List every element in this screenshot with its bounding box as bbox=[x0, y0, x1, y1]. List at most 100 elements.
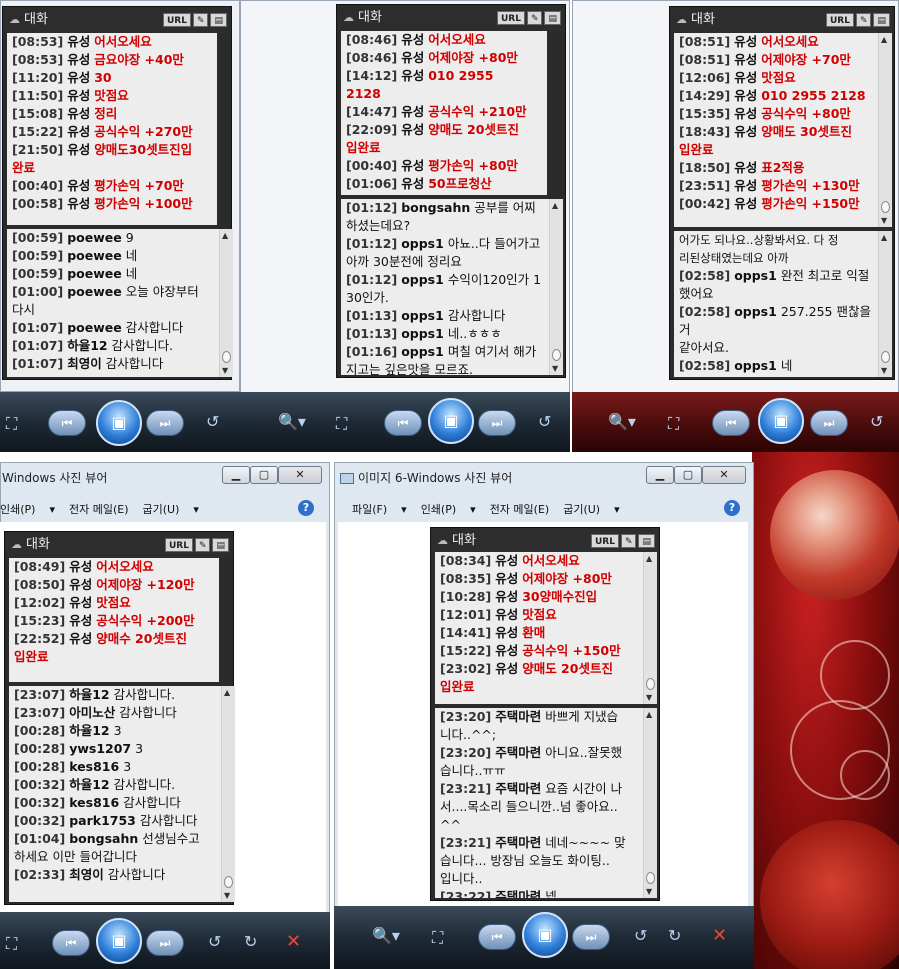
scroll-down-arrow[interactable]: ▼ bbox=[881, 216, 887, 225]
scroll-up-arrow[interactable]: ▲ bbox=[881, 233, 887, 242]
message-time: [22:52] bbox=[14, 631, 66, 646]
chat-message: [23:07] 아미노산 감사합니다 bbox=[9, 704, 235, 722]
rotate-right-icon[interactable]: ↻ bbox=[244, 932, 257, 951]
scroll-thumb[interactable] bbox=[222, 351, 231, 363]
actual-size-icon[interactable]: ⛶ bbox=[432, 928, 443, 948]
zoom-icon[interactable]: 🔍▾ bbox=[372, 926, 400, 945]
menu-print[interactable]: 인쇄(P) bbox=[421, 501, 456, 517]
message-user: opps1 bbox=[401, 236, 444, 251]
message-text: 공식수익 +150만 bbox=[522, 643, 621, 658]
next-button[interactable]: ⏭ bbox=[146, 410, 184, 436]
scroll-up-arrow[interactable]: ▲ bbox=[222, 231, 228, 240]
scrollbar[interactable]: ▲ ▼ bbox=[878, 231, 892, 377]
scrollbar[interactable]: ▲ ▼ bbox=[221, 686, 235, 902]
edit-icon[interactable]: ✎ bbox=[526, 11, 543, 25]
slideshow-button[interactable]: ▣ bbox=[522, 912, 568, 958]
scroll-up-arrow[interactable]: ▲ bbox=[646, 710, 652, 719]
actual-size-icon[interactable]: ⛶ bbox=[6, 414, 17, 434]
previous-button[interactable]: ⏮ bbox=[712, 410, 750, 436]
message-time: [08:46] bbox=[346, 50, 398, 65]
save-icon[interactable]: ▤ bbox=[544, 11, 561, 25]
previous-button[interactable]: ⏮ bbox=[48, 410, 86, 436]
maximize-button[interactable]: ▢ bbox=[250, 466, 278, 484]
menu-file[interactable]: 파일(F) bbox=[352, 501, 387, 517]
next-button[interactable]: ⏭ bbox=[146, 930, 184, 956]
url-button[interactable]: URL bbox=[162, 13, 191, 27]
scroll-up-arrow[interactable]: ▲ bbox=[552, 201, 558, 210]
edit-icon[interactable]: ✎ bbox=[194, 538, 211, 552]
message-time: [23:22] bbox=[440, 889, 492, 898]
menu-email[interactable]: 전자 메일(E) bbox=[490, 501, 550, 517]
previous-button[interactable]: ⏮ bbox=[52, 930, 90, 956]
slideshow-button[interactable]: ▣ bbox=[96, 400, 142, 446]
scroll-down-arrow[interactable]: ▼ bbox=[646, 887, 652, 896]
save-icon[interactable]: ▤ bbox=[212, 538, 229, 552]
scroll-thumb[interactable] bbox=[224, 876, 233, 888]
url-button[interactable]: URL bbox=[825, 13, 854, 27]
scroll-thumb[interactable] bbox=[646, 678, 655, 690]
chat-message: [01:00] poewee 오늘 야장부터 다시 bbox=[7, 283, 233, 319]
rotate-left-icon[interactable]: ↺ bbox=[538, 412, 551, 431]
scroll-thumb[interactable] bbox=[646, 872, 655, 884]
next-button[interactable]: ⏭ bbox=[572, 924, 610, 950]
minimize-button[interactable]: ▁ bbox=[646, 466, 674, 484]
save-icon[interactable]: ▤ bbox=[873, 13, 890, 27]
actual-size-icon[interactable]: ⛶ bbox=[336, 414, 347, 434]
url-button[interactable]: URL bbox=[164, 538, 193, 552]
scroll-down-arrow[interactable]: ▼ bbox=[224, 891, 230, 900]
next-button[interactable]: ⏭ bbox=[478, 410, 516, 436]
scroll-down-arrow[interactable]: ▼ bbox=[881, 366, 887, 375]
scroll-up-arrow[interactable]: ▲ bbox=[224, 688, 230, 697]
scroll-down-arrow[interactable]: ▼ bbox=[222, 366, 228, 375]
minimize-button[interactable]: ▁ bbox=[222, 466, 250, 484]
scroll-thumb[interactable] bbox=[881, 351, 890, 363]
scroll-down-arrow[interactable]: ▼ bbox=[552, 364, 558, 373]
rotate-left-icon[interactable]: ↺ bbox=[208, 932, 221, 951]
edit-icon[interactable]: ✎ bbox=[855, 13, 872, 27]
rotate-right-icon[interactable]: ↻ bbox=[668, 926, 681, 945]
edit-icon[interactable]: ✎ bbox=[192, 13, 209, 27]
scroll-thumb[interactable] bbox=[881, 201, 890, 213]
scrollbar[interactable]: ▲ ▼ bbox=[878, 33, 892, 227]
delete-icon[interactable]: ✕ bbox=[286, 931, 301, 952]
url-button[interactable]: URL bbox=[496, 11, 525, 25]
slideshow-button[interactable]: ▣ bbox=[758, 398, 804, 444]
next-button[interactable]: ⏭ bbox=[810, 410, 848, 436]
scroll-up-arrow[interactable]: ▲ bbox=[646, 554, 652, 563]
scrollbar[interactable]: ▲ ▼ bbox=[549, 199, 563, 375]
delete-icon[interactable]: ✕ bbox=[712, 925, 727, 946]
save-icon[interactable]: ▤ bbox=[638, 534, 655, 548]
rotate-left-icon[interactable]: ↺ bbox=[206, 412, 219, 431]
close-button[interactable]: ✕ bbox=[278, 466, 322, 484]
rotate-left-icon[interactable]: ↺ bbox=[634, 926, 647, 945]
menu-print[interactable]: 인쇄(P) bbox=[0, 501, 35, 517]
menu-burn[interactable]: 굽기(U) bbox=[143, 501, 180, 517]
zoom-icon[interactable]: 🔍▾ bbox=[608, 412, 636, 431]
url-button[interactable]: URL bbox=[590, 534, 619, 548]
scroll-down-arrow[interactable]: ▼ bbox=[646, 693, 652, 702]
previous-button[interactable]: ⏮ bbox=[478, 924, 516, 950]
slideshow-button[interactable]: ▣ bbox=[428, 398, 474, 444]
help-icon[interactable]: ? bbox=[724, 500, 740, 516]
actual-size-icon[interactable]: ⛶ bbox=[6, 934, 17, 954]
scroll-thumb[interactable] bbox=[552, 349, 561, 361]
menu-burn[interactable]: 굽기(U) bbox=[563, 501, 600, 517]
edit-icon[interactable]: ✎ bbox=[620, 534, 637, 548]
menu-email[interactable]: 전자 메일(E) bbox=[69, 501, 129, 517]
help-icon[interactable]: ? bbox=[298, 500, 314, 516]
scroll-up-arrow[interactable]: ▲ bbox=[881, 35, 887, 44]
scrollbar[interactable]: ▲ ▼ bbox=[219, 229, 233, 377]
slideshow-button[interactable]: ▣ bbox=[96, 918, 142, 964]
actual-size-icon[interactable]: ⛶ bbox=[668, 414, 679, 434]
close-button[interactable]: ✕ bbox=[702, 466, 746, 484]
scrollbar[interactable]: ▲ ▼ bbox=[643, 708, 657, 898]
rotate-left-icon[interactable]: ↺ bbox=[870, 412, 883, 431]
message-text-cont: 니다..^^; bbox=[440, 727, 497, 742]
previous-button[interactable]: ⏮ bbox=[384, 410, 422, 436]
message-time: [00:59] bbox=[12, 266, 64, 281]
zoom-icon[interactable]: 🔍▾ bbox=[278, 412, 306, 431]
message-text: 평가손익 +70만 bbox=[94, 178, 184, 193]
save-icon[interactable]: ▤ bbox=[210, 13, 227, 27]
scrollbar[interactable]: ▲ ▼ bbox=[643, 552, 657, 704]
maximize-button[interactable]: ▢ bbox=[674, 466, 702, 484]
